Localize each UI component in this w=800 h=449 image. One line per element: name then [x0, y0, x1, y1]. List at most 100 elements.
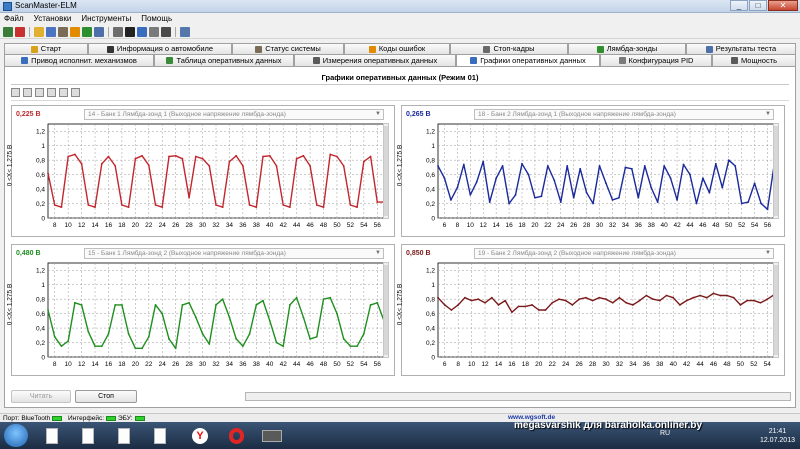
- vertical-scrollbar[interactable]: [383, 262, 389, 358]
- tab-label: Коды ошибок: [378, 44, 426, 53]
- vertical-scrollbar[interactable]: [383, 123, 389, 219]
- data-point: [53, 335, 56, 338]
- home-icon[interactable]: [34, 26, 44, 37]
- data-point: [194, 316, 197, 319]
- warning-icon[interactable]: [70, 26, 80, 37]
- tab-power[interactable]: Мощность: [712, 54, 796, 66]
- x-tick-label: 48: [320, 361, 328, 368]
- x-tick-label: 14: [493, 222, 501, 229]
- x-tick-label: 22: [544, 222, 552, 229]
- print-preview-icon[interactable]: [59, 88, 68, 97]
- config-icon[interactable]: [149, 26, 159, 37]
- start-button[interactable]: [4, 424, 28, 447]
- menu-file[interactable]: Файл: [4, 13, 24, 25]
- x-tick-label: 12: [78, 222, 86, 229]
- menu-tools[interactable]: Инструменты: [81, 13, 131, 25]
- toolbar-separator: [108, 26, 109, 37]
- menu-settings[interactable]: Установки: [34, 13, 72, 25]
- read-button[interactable]: Читать: [11, 390, 71, 403]
- taskbar-app[interactable]: [36, 425, 68, 446]
- table-icon[interactable]: [113, 26, 123, 37]
- vertical-scrollbar[interactable]: [773, 262, 779, 358]
- x-tick-label: 36: [635, 222, 643, 229]
- x-tick-label: 30: [199, 361, 207, 368]
- chart-icon[interactable]: [137, 26, 147, 37]
- scrollbar-thumb[interactable]: [384, 126, 388, 216]
- minimize-button[interactable]: _: [730, 0, 748, 11]
- taskbar-app[interactable]: [108, 425, 140, 446]
- info-icon[interactable]: [46, 26, 56, 37]
- x-tick-label: 48: [712, 222, 720, 229]
- x-tick-label: 26: [172, 222, 180, 229]
- data-point: [289, 206, 291, 209]
- help-icon[interactable]: [180, 26, 190, 37]
- grid-icon[interactable]: [23, 88, 32, 97]
- data-point: [309, 165, 311, 167]
- data-point: [482, 160, 485, 163]
- status-icon[interactable]: [58, 26, 68, 37]
- layout-icon[interactable]: [11, 88, 20, 97]
- scrollbar-thumb[interactable]: [384, 265, 388, 355]
- data-point: [369, 155, 372, 158]
- close-button[interactable]: ✕: [768, 0, 798, 11]
- data-point: [194, 155, 197, 158]
- save-icon[interactable]: [47, 88, 56, 97]
- x-tick-label: 52: [750, 361, 758, 368]
- window-title: ScanMaster-ELM: [15, 1, 77, 10]
- scrollbar-thumb[interactable]: [774, 265, 778, 355]
- graph-panel-3: 0,480 В 15 - Банк 1 Лямбда-зонд 2 (Выход…: [6, 244, 395, 376]
- monitor-icon[interactable]: [125, 26, 135, 37]
- menu-help[interactable]: Помощь: [141, 13, 172, 25]
- y-tick-label: 0,8: [426, 158, 435, 165]
- data-point: [147, 335, 150, 338]
- graph-panel-1: 0,225 В 14 - Банк 1 Лямбда-зонд 1 (Выход…: [6, 105, 395, 237]
- clock[interactable]: 21:41 12.07.2013: [760, 427, 795, 445]
- tab-live-data-graphs[interactable]: Графики оперативных данных: [456, 54, 600, 66]
- taskbar-app[interactable]: [72, 425, 104, 446]
- data-point: [708, 191, 711, 194]
- data-point: [456, 186, 459, 189]
- line-chart: 0 0,2 0,4 0,6 0,8 1 1,2 6 8 10 12 14 16 18 20 22 24 26 28 3…: [426, 123, 775, 229]
- taskbar-app[interactable]: [220, 425, 252, 446]
- maximize-button[interactable]: □: [749, 0, 767, 11]
- tab-pid-config[interactable]: Конфигурация PID: [600, 54, 712, 66]
- tab-vehicle-info[interactable]: Информация о автомобиле: [88, 43, 232, 54]
- taskbar-app[interactable]: [144, 425, 176, 446]
- language-indicator[interactable]: RU: [660, 430, 670, 437]
- x-tick-label: 6: [443, 361, 447, 368]
- vertical-scrollbar[interactable]: [773, 123, 779, 219]
- tab-error-codes[interactable]: Коды ошибок: [344, 43, 450, 54]
- results-icon[interactable]: [94, 26, 104, 37]
- data-point: [759, 301, 762, 304]
- tab-lambda-sensors[interactable]: Лямбда-зонды: [568, 43, 686, 54]
- tab-actuators[interactable]: Привод исполнит. механизмов: [4, 54, 154, 66]
- disconnect-icon[interactable]: [15, 26, 25, 37]
- tab-live-data-measurements[interactable]: Измерения оперативных данных: [294, 54, 456, 66]
- stop-button[interactable]: Стоп: [75, 390, 137, 403]
- x-tick-label: 38: [648, 222, 656, 229]
- tab-start[interactable]: Старт: [4, 43, 88, 54]
- data-point: [221, 206, 224, 209]
- data-point: [514, 193, 517, 196]
- taskbar-app[interactable]: Y: [184, 425, 216, 446]
- data-point: [121, 304, 123, 306]
- y-tick-label: 0: [431, 355, 435, 362]
- scrollbar-thumb[interactable]: [774, 126, 778, 216]
- connect-icon[interactable]: [3, 26, 13, 37]
- y-tick-label: 0: [41, 355, 45, 362]
- tab-test-results[interactable]: Результаты теста: [686, 43, 796, 54]
- tab-system-status[interactable]: Статус системы: [232, 43, 344, 54]
- tab-live-data-table[interactable]: Таблица оперативных данных: [154, 54, 294, 66]
- power-icon[interactable]: [161, 26, 171, 37]
- sensor-icon[interactable]: [82, 26, 92, 37]
- print-icon[interactable]: [71, 88, 80, 97]
- taskbar-app[interactable]: [256, 425, 288, 446]
- data-point: [268, 319, 271, 322]
- open-icon[interactable]: [35, 88, 44, 97]
- tab-freeze-frames[interactable]: Стоп-кадры: [450, 43, 568, 54]
- y-tick-label: 0,4: [426, 326, 435, 333]
- data-point: [168, 155, 170, 158]
- graph-toolbar: [11, 88, 80, 97]
- x-tick-label: 12: [480, 222, 488, 229]
- tab-label: Стоп-кадры: [493, 44, 535, 53]
